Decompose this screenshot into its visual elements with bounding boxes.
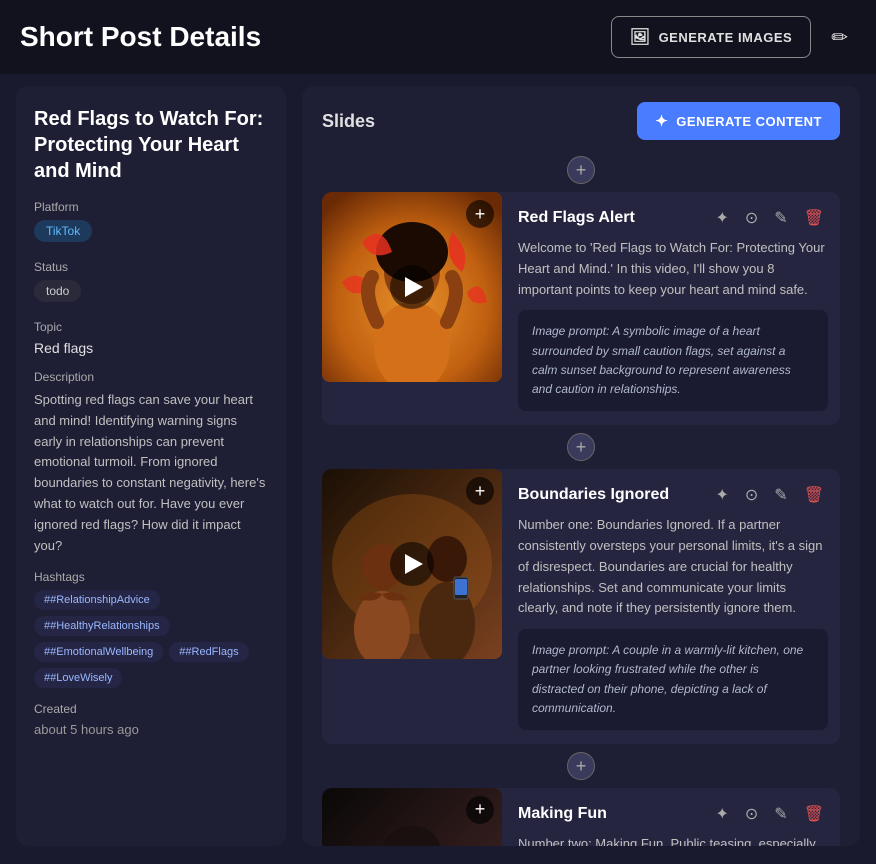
play-icon-1 <box>405 277 423 297</box>
add-between-top: + <box>322 156 840 184</box>
hashtag-item: ##EmotionalWellbeing <box>34 642 163 662</box>
page-title: Short Post Details <box>20 21 261 53</box>
generate-images-label: GENERATE IMAGES <box>659 30 793 45</box>
slide-enhance-button-1[interactable]: ✦ <box>711 206 732 230</box>
slide-image-prompt-2: Image prompt: A couple in a warmly-lit k… <box>518 629 828 730</box>
platform-label: Platform <box>34 200 268 214</box>
slide-delete-button-3[interactable]: 🗑 <box>800 802 828 826</box>
slide-edit-button-3[interactable]: ✎ <box>770 802 791 826</box>
content-panel-header: Slides ✦ GENERATE CONTENT <box>322 102 840 140</box>
slide-description-2: Number one: Boundaries Ignored. If a par… <box>518 515 828 619</box>
slide-enhance-button-2[interactable]: ✦ <box>711 483 732 507</box>
generate-content-label: GENERATE CONTENT <box>676 114 822 129</box>
play-button-2[interactable] <box>390 542 434 586</box>
created-time: about 5 hours ago <box>34 722 268 737</box>
generate-content-button[interactable]: ✦ GENERATE CONTENT <box>637 102 840 140</box>
created-label: Created <box>34 702 268 716</box>
description-label: Description <box>34 370 268 384</box>
slide-description-3: Number two: Making Fun. Public teasing, … <box>518 834 828 846</box>
slide-people-button-1[interactable]: ⊙ <box>741 206 762 230</box>
slide-delete-button-2[interactable]: 🗑 <box>800 483 828 507</box>
status-label: Status <box>34 260 268 274</box>
slide-image-3: + <box>322 788 502 846</box>
slide-delete-button-1[interactable]: 🗑 <box>800 206 828 230</box>
slide-edit-button-2[interactable]: ✎ <box>770 483 791 507</box>
play-icon-2 <box>405 554 423 574</box>
page-header: Short Post Details 🖼 GENERATE IMAGES ✏ <box>0 0 876 74</box>
add-between-2-3: + <box>322 752 840 780</box>
add-slide-top-button[interactable]: + <box>567 156 595 184</box>
hashtag-item: ##LoveWisely <box>34 668 122 688</box>
slide-header-3: Making Fun ✦ ⊙ ✎ 🗑 <box>518 802 828 826</box>
image-icon: 🖼 <box>630 27 651 47</box>
slide-description-1: Welcome to 'Red Flags to Watch For: Prot… <box>518 238 828 300</box>
slide-content-1: Red Flags Alert ✦ ⊙ ✎ 🗑 Welcome to 'Red … <box>518 192 840 425</box>
edit-icon: ✏ <box>831 27 848 49</box>
slide-content-3: Making Fun ✦ ⊙ ✎ 🗑 Number two: Making Fu… <box>518 788 840 846</box>
topic-value: Red flags <box>34 340 268 356</box>
slide-image-2: + <box>322 469 502 659</box>
hashtag-item: ##RelationshipAdvice <box>34 590 160 610</box>
slides-title: Slides <box>322 111 375 132</box>
slide-title-1: Red Flags Alert <box>518 209 703 227</box>
slide-header-1: Red Flags Alert ✦ ⊙ ✎ 🗑 <box>518 206 828 230</box>
slide-header-2: Boundaries Ignored ✦ ⊙ ✎ 🗑 <box>518 483 828 507</box>
main-layout: Red Flags to Watch For: Protecting Your … <box>0 74 876 858</box>
slide-image-add-button-3[interactable]: + <box>466 796 494 824</box>
hashtag-item: ##RedFlags <box>169 642 248 662</box>
add-slide-bottom-button[interactable]: + <box>567 752 595 780</box>
hashtags-container: ##RelationshipAdvice ##HealthyRelationsh… <box>34 590 268 688</box>
slide-card-1: + Red Flags Alert ✦ ⊙ ✎ 🗑 Welcome to 'Re… <box>322 192 840 425</box>
slide-title-3: Making Fun <box>518 805 703 823</box>
slide-title-2: Boundaries Ignored <box>518 486 703 504</box>
add-slide-middle-button[interactable]: + <box>567 433 595 461</box>
slide-edit-button-1[interactable]: ✎ <box>770 206 791 230</box>
slide-image-prompt-1: Image prompt: A symbolic image of a hear… <box>518 310 828 411</box>
generate-images-button[interactable]: 🖼 GENERATE IMAGES <box>611 16 811 58</box>
slide-enhance-button-3[interactable]: ✦ <box>711 802 732 826</box>
sparkle-icon: ✦ <box>655 112 668 130</box>
slide-people-button-3[interactable]: ⊙ <box>741 802 762 826</box>
edit-button[interactable]: ✏ <box>823 17 856 58</box>
hashtags-label: Hashtags <box>34 570 268 584</box>
sidebar: Red Flags to Watch For: Protecting Your … <box>16 86 286 846</box>
slide-content-2: Boundaries Ignored ✦ ⊙ ✎ 🗑 Number one: B… <box>518 469 840 744</box>
slide-image-add-button-1[interactable]: + <box>466 200 494 228</box>
slide-image-1: + <box>322 192 502 382</box>
platform-tag: TikTok <box>34 220 92 242</box>
add-between-1-2: + <box>322 433 840 461</box>
description-text: Spotting red flags can save your heart a… <box>34 390 268 556</box>
status-tag: todo <box>34 280 81 302</box>
header-actions: 🖼 GENERATE IMAGES ✏ <box>611 16 856 58</box>
slide-image-add-button-2[interactable]: + <box>466 477 494 505</box>
slide-card-3: + Making Fun ✦ ⊙ ✎ 🗑 Number two: Making … <box>322 788 840 846</box>
hashtag-item: ##HealthyRelationships <box>34 616 170 636</box>
topic-label: Topic <box>34 320 268 334</box>
slide-card-2: + Boundaries Ignored ✦ ⊙ ✎ 🗑 Number one:… <box>322 469 840 744</box>
slide-people-button-2[interactable]: ⊙ <box>741 483 762 507</box>
play-button-1[interactable] <box>390 265 434 309</box>
content-panel: Slides ✦ GENERATE CONTENT + <box>302 86 860 846</box>
sidebar-post-title: Red Flags to Watch For: Protecting Your … <box>34 106 268 184</box>
